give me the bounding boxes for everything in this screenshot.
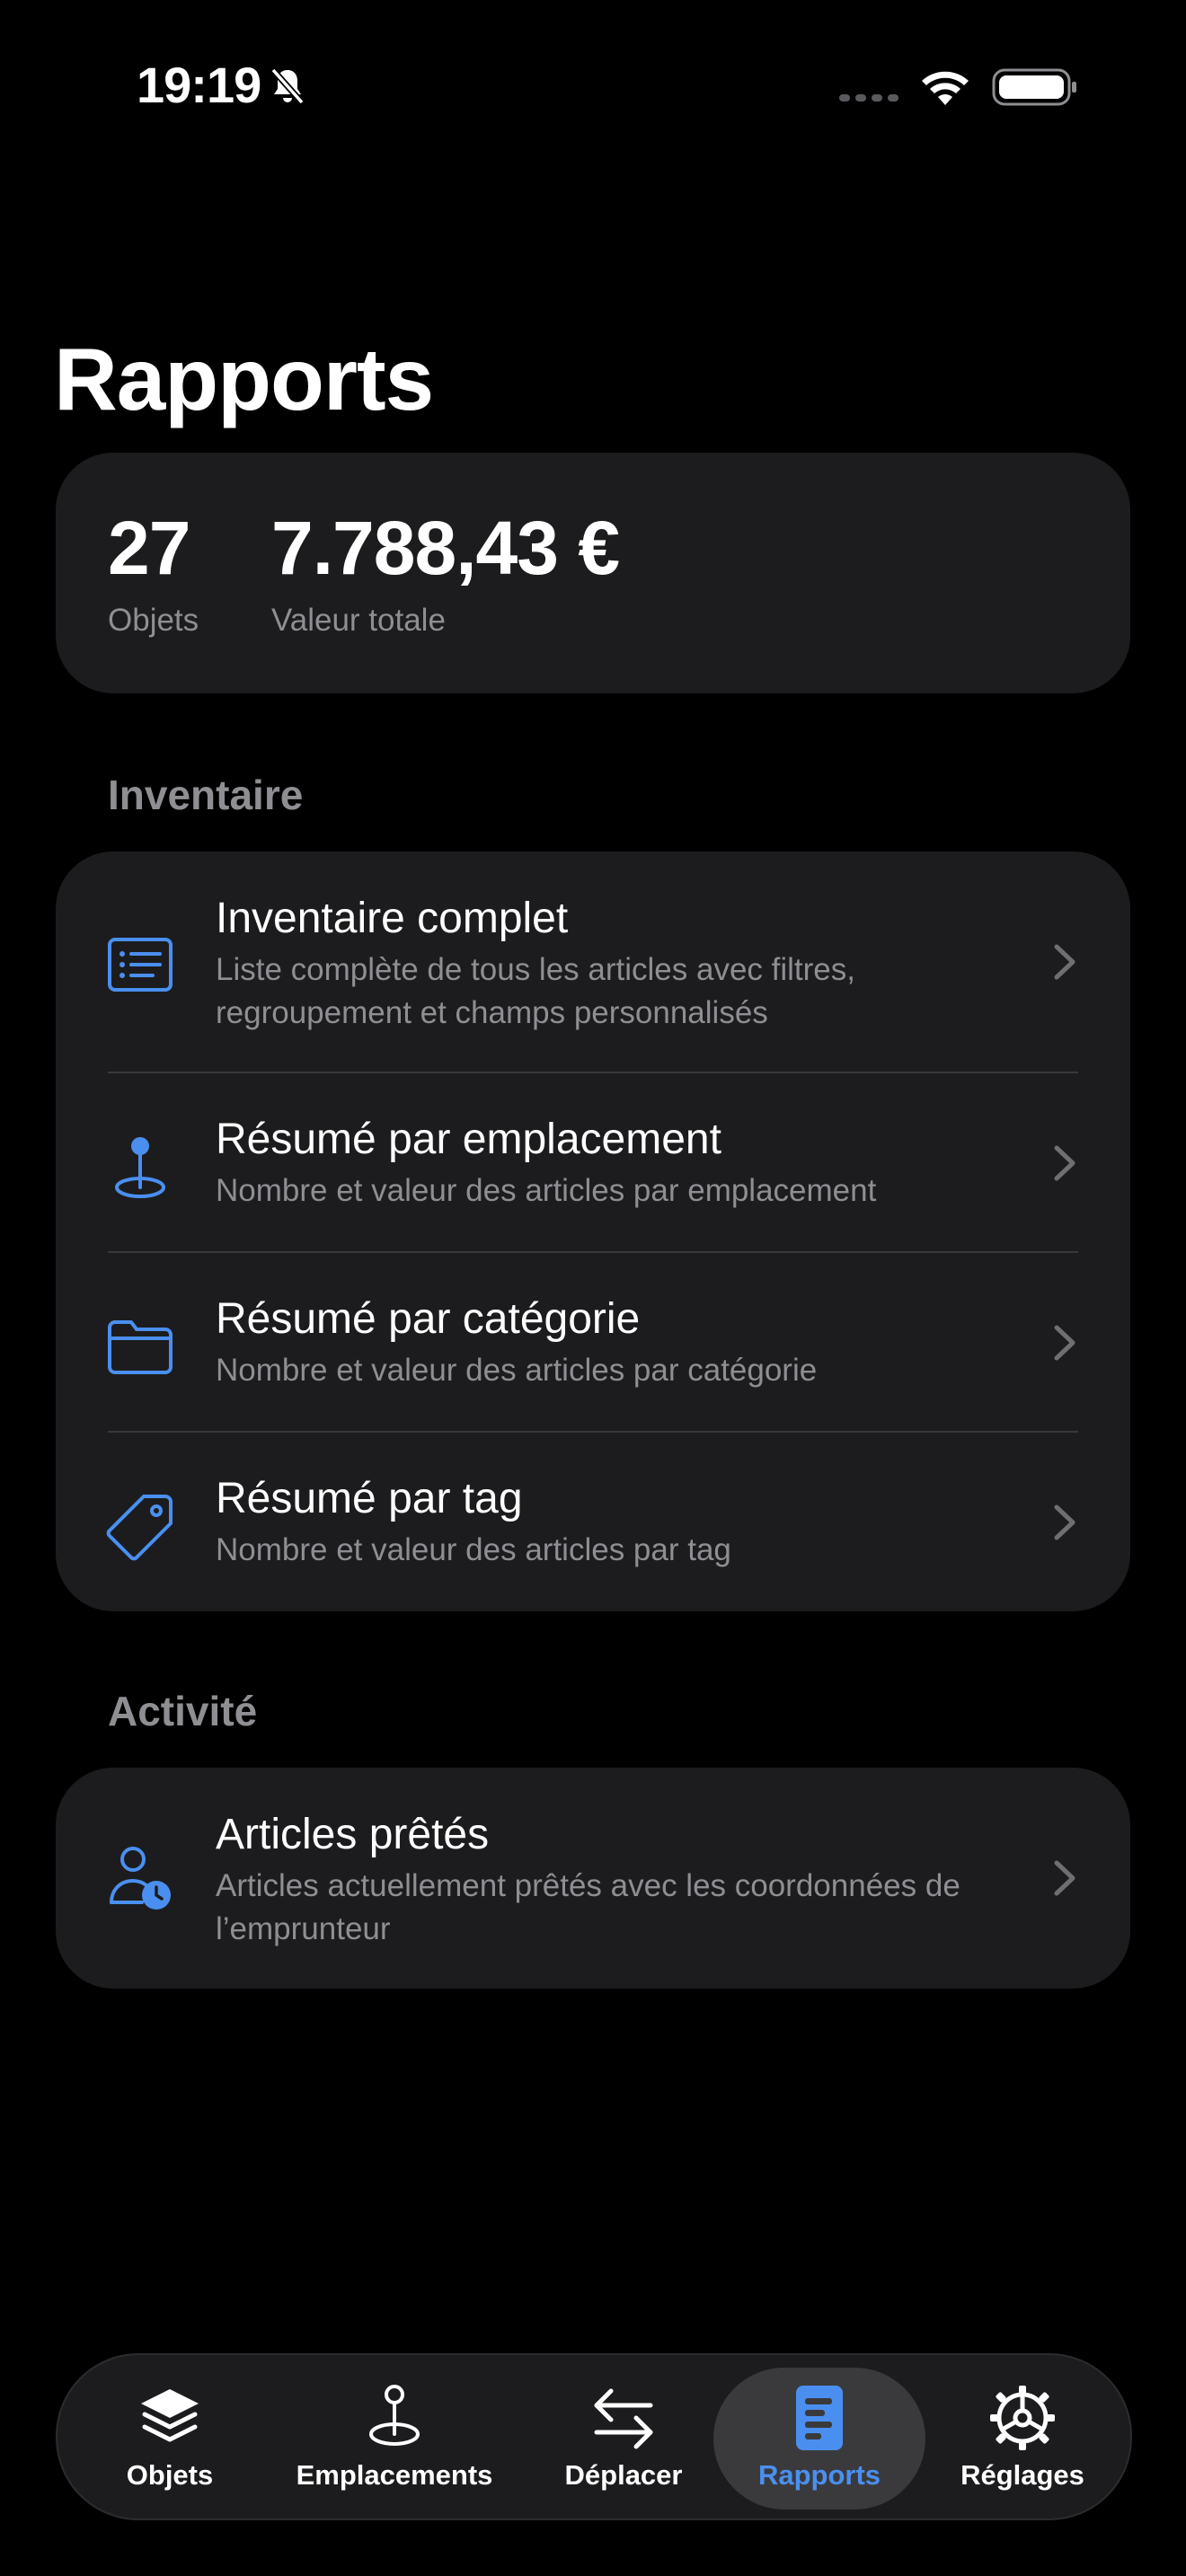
battery-icon — [992, 68, 1076, 106]
arrows-left-right-icon — [594, 2388, 653, 2449]
list-icon — [108, 938, 173, 992]
total-value-value: 7.788,43 € — [271, 506, 620, 590]
report-row-by-tag[interactable]: Résumé par tag Nombre et valeur des arti… — [56, 1432, 1130, 1611]
report-doc-icon — [796, 2386, 843, 2450]
report-row-by-location[interactable]: Résumé par emplacement Nombre et valeur … — [56, 1072, 1130, 1252]
row-title: Résumé par emplacement — [216, 1116, 721, 1163]
report-row-loaned-items[interactable]: Articles prêtés Articles actuellement pr… — [56, 1768, 1130, 1989]
location-pin-icon — [115, 1137, 165, 1198]
gear-icon — [990, 2386, 1055, 2450]
chevron-right-icon — [1054, 1504, 1075, 1540]
tab-label: Rapports — [757, 2459, 881, 2491]
folder-icon — [108, 1320, 173, 1374]
tag-icon — [106, 1495, 173, 1561]
person-clock-icon — [110, 1847, 171, 1910]
signal-icon — [839, 94, 898, 101]
row-subtitle: Nombre et valeur des articles par emplac… — [216, 1173, 877, 1208]
section-header-inventory: Inventaire — [108, 772, 304, 818]
total-value-stat: 7.788,43 € Valeur totale — [271, 503, 620, 641]
row-subtitle: Articles actuellement prêtés avec les co… — [216, 1868, 960, 1946]
row-title: Articles prêtés — [216, 1811, 490, 1858]
tab-label: Déplacer — [564, 2459, 683, 2491]
tab-rapports[interactable]: Rapports — [713, 2355, 925, 2519]
tab-objets[interactable]: Objets — [102, 2355, 237, 2519]
bell-slash-icon — [270, 67, 305, 105]
item-count-value: 27 — [108, 506, 190, 590]
status-bar: 19:19 — [0, 0, 1186, 171]
tab-emplacements[interactable]: Emplacements — [282, 2355, 507, 2519]
row-title: Inventaire complet — [216, 895, 569, 942]
chevron-right-icon — [1054, 944, 1075, 980]
row-subtitle: Nombre et valeur des articles par catégo… — [216, 1353, 818, 1388]
page-title: Rapports — [54, 330, 434, 428]
tab-bar: Objets Emplacements Déplacer Rapports Ré… — [56, 2353, 1132, 2520]
status-time: 19:19 — [137, 57, 261, 113]
wifi-icon — [922, 71, 969, 105]
row-title: Résumé par catégorie — [216, 1295, 641, 1343]
tab-deplacer[interactable]: Déplacer — [552, 2355, 695, 2519]
location-pin-icon — [369, 2385, 420, 2446]
row-subtitle: Liste complète de tous les articles avec… — [216, 952, 855, 1030]
chevron-right-icon — [1054, 1145, 1075, 1181]
report-row-by-category[interactable]: Résumé par catégorie Nombre et valeur de… — [56, 1252, 1130, 1432]
item-count-label: Objets — [108, 603, 199, 638]
tab-reglages[interactable]: Réglages — [942, 2355, 1103, 2519]
tab-label: Emplacements — [296, 2459, 493, 2491]
chevron-right-icon — [1054, 1860, 1075, 1896]
layers-icon — [141, 2389, 199, 2442]
tab-label: Réglages — [960, 2459, 1084, 2491]
row-subtitle: Nombre et valeur des articles par tag — [216, 1532, 731, 1567]
tab-label: Objets — [126, 2459, 214, 2491]
chevron-right-icon — [1054, 1325, 1075, 1361]
total-value-label: Valeur totale — [271, 603, 446, 638]
report-row-full-inventory[interactable]: Inventaire complet Liste complète de tou… — [56, 851, 1130, 1072]
section-header-activity: Activité — [108, 1688, 258, 1734]
item-count-stat: 27 Objets — [108, 503, 199, 641]
row-title: Résumé par tag — [216, 1475, 523, 1522]
